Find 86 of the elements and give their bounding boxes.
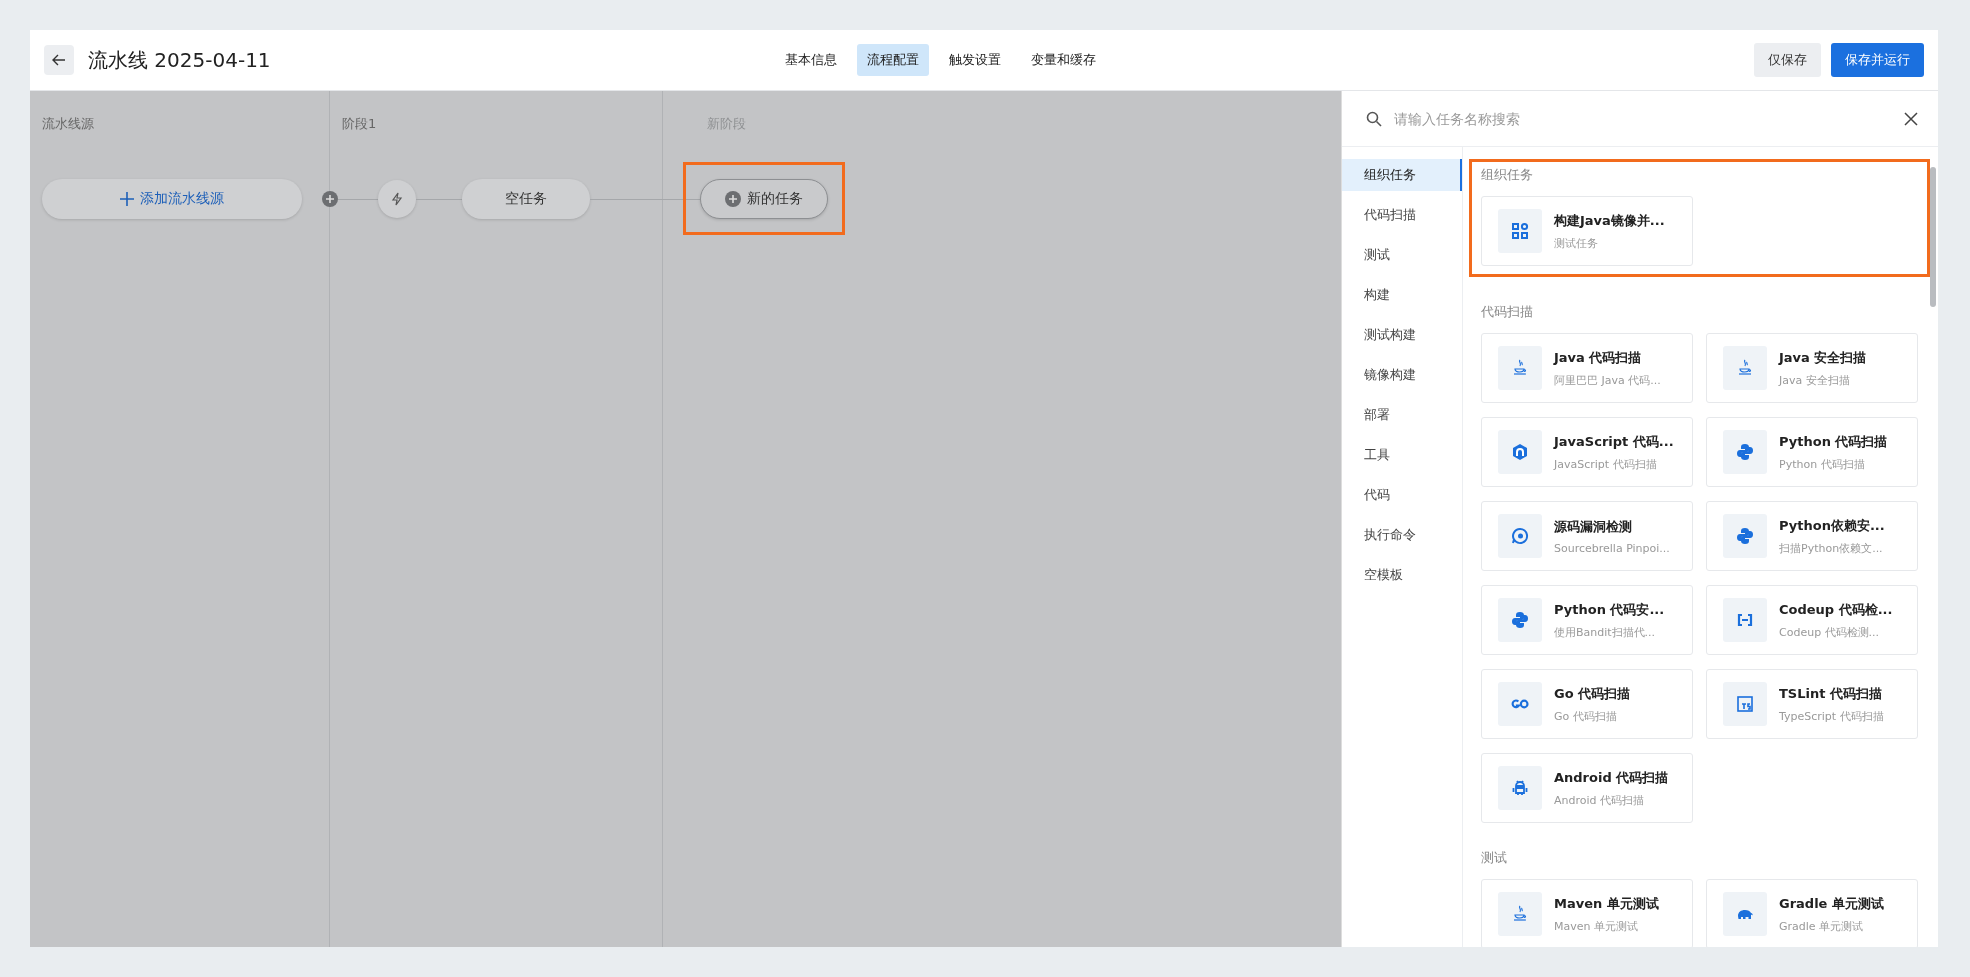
add-stage-icon[interactable] (322, 191, 338, 207)
task-name: Codeup 代码检... (1779, 600, 1893, 619)
section-title: 测试 (1481, 849, 1508, 867)
back-button[interactable] (44, 45, 74, 75)
task-name: 源码漏洞检测 (1554, 517, 1633, 536)
category-item[interactable]: 代码扫描 (1342, 199, 1462, 231)
scrollbar-thumb[interactable] (1930, 167, 1936, 307)
category-item[interactable]: 测试 (1342, 239, 1462, 271)
task-description: TypeScript 代码扫描 (1779, 708, 1884, 724)
task-card[interactable]: Android 代码扫描 Android 代码扫描 (1481, 753, 1693, 823)
task-description: JavaScript 代码扫描 (1554, 456, 1658, 472)
task-name: 构建Java镜像并... (1554, 211, 1665, 230)
lightning-icon (391, 192, 403, 206)
tab[interactable]: 触发设置 (939, 44, 1011, 76)
category-item[interactable]: 代码 (1342, 479, 1462, 511)
save-and-run-button[interactable]: 保存并运行 (1831, 43, 1924, 77)
task-card[interactable]: Python 代码扫描 Python 代码扫描 (1706, 417, 1918, 487)
square-icon (1735, 694, 1755, 714)
category-item[interactable]: 构建 (1342, 279, 1462, 311)
task-name: Python依赖安... (1779, 516, 1885, 535)
task-name: Python 代码扫描 (1779, 432, 1888, 451)
task-description: Android 代码扫描 (1554, 792, 1646, 808)
task-name: Maven 单元测试 (1554, 894, 1659, 913)
add-source-node[interactable]: 添加流水线源 (42, 179, 302, 219)
category-item[interactable]: 工具 (1342, 439, 1462, 471)
section-title: 组织任务 (1481, 166, 1534, 184)
task-card[interactable]: 源码漏洞检测 Sourcebrella Pinpoi... (1481, 501, 1693, 571)
task-card[interactable]: Java 代码扫描 阿里巴巴 Java 代码... (1481, 333, 1693, 403)
chat-bubble-icon (1510, 526, 1530, 546)
task-description: 使用Bandit扫描代... (1554, 624, 1657, 640)
task-name: Java 代码扫描 (1554, 348, 1643, 367)
task-card[interactable]: Python 代码安... 使用Bandit扫描代... (1481, 585, 1693, 655)
section-title: 代码扫描 (1481, 303, 1534, 321)
task-description: Maven 单元测试 (1554, 918, 1639, 934)
plus-icon (120, 192, 134, 206)
task-card[interactable]: Gradle 单元测试 Gradle 单元测试 (1706, 879, 1918, 947)
task-description: Gradle 单元测试 (1779, 918, 1865, 934)
task-card[interactable]: Maven 单元测试 Maven 单元测试 (1481, 879, 1693, 947)
snakes-icon (1735, 526, 1755, 546)
robot-icon (1510, 778, 1530, 798)
task-description: 测试任务 (1554, 235, 1599, 251)
snakes-icon (1735, 442, 1755, 462)
task-description: 阿里巴巴 Java 代码... (1554, 372, 1661, 388)
task-name: TSLint 代码扫描 (1779, 684, 1883, 703)
tab[interactable]: 基本信息 (775, 44, 847, 76)
category-item[interactable]: 执行命令 (1342, 519, 1462, 551)
save-button[interactable]: 仅保存 (1754, 43, 1821, 77)
task-name: JavaScript 代码... (1554, 432, 1674, 451)
task-card[interactable]: Python依赖安... 扫描Python依赖文... (1706, 501, 1918, 571)
task-description: Python 代码扫描 (1779, 456, 1866, 472)
category-item[interactable]: 部署 (1342, 399, 1462, 431)
task-description: 扫描Python依赖文... (1779, 540, 1884, 556)
task-card[interactable]: Go 代码扫描 Go 代码扫描 (1481, 669, 1693, 739)
grid-icon (1510, 221, 1530, 241)
stage-title: 阶段1 (342, 116, 377, 131)
task-description: Sourcebrella Pinpoi... (1554, 541, 1670, 555)
task-description: Go 代码扫描 (1554, 708, 1618, 724)
category-item[interactable]: 组织任务 (1342, 159, 1462, 191)
task-card[interactable]: 构建Java镜像并... 测试任务 (1481, 196, 1693, 266)
tab[interactable]: 流程配置 (857, 44, 929, 76)
close-icon[interactable] (1904, 111, 1918, 126)
task-name: Gradle 单元测试 (1779, 894, 1884, 913)
snakes-icon (1510, 610, 1530, 630)
trigger-node[interactable] (378, 180, 416, 218)
plus-circle-icon (725, 191, 741, 207)
tab[interactable]: 变量和缓存 (1021, 44, 1106, 76)
new-task-node[interactable]: 新的任务 (700, 179, 828, 219)
task-name: Android 代码扫描 (1554, 768, 1669, 787)
hexagon-icon (1510, 442, 1530, 462)
task-card[interactable]: TSLint 代码扫描 TypeScript 代码扫描 (1706, 669, 1918, 739)
task-name: Python 代码安... (1554, 600, 1665, 619)
task-card[interactable]: Codeup 代码检... Codeup 代码检测... (1706, 585, 1918, 655)
pipeline-title: 流水线 2025-04-11 (88, 46, 271, 74)
task-card[interactable]: Java 安全扫描 Java 安全扫描 (1706, 333, 1918, 403)
task-description: Java 安全扫描 (1779, 372, 1851, 388)
task-card[interactable]: JavaScript 代码... JavaScript 代码扫描 (1481, 417, 1693, 487)
category-item[interactable]: 镜像构建 (1342, 359, 1462, 391)
stage-title: 流水线源 (42, 116, 94, 131)
category-item[interactable]: 测试构建 (1342, 319, 1462, 351)
task-name: Java 安全扫描 (1779, 348, 1867, 367)
back-arrow-icon (52, 53, 66, 67)
search-icon (1366, 110, 1382, 127)
category-item[interactable]: 空模板 (1342, 559, 1462, 591)
task-name: Go 代码扫描 (1554, 684, 1631, 703)
task-description: Codeup 代码检测... (1779, 624, 1881, 640)
task-node[interactable]: 空任务 (462, 179, 590, 219)
